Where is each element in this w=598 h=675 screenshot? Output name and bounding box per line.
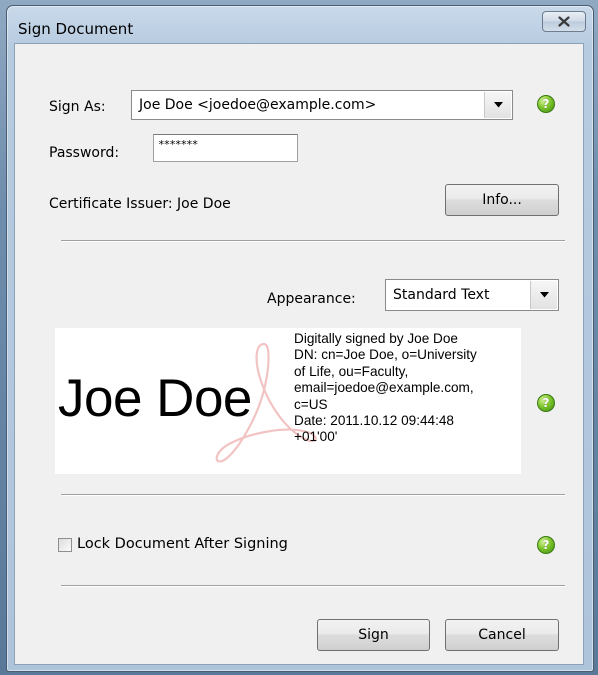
appearance-help-icon[interactable]: ? — [537, 394, 555, 412]
lock-document-label[interactable]: Lock Document After Signing — [77, 536, 288, 552]
sign-button[interactable]: Sign — [317, 619, 430, 651]
signature-line: c=US — [294, 396, 328, 412]
signature-line: Date: 2011.10.12 09:44:48 — [294, 413, 454, 429]
dialog-title: Sign Document — [18, 20, 134, 38]
password-label: Password: — [49, 145, 120, 161]
sign-as-dropdown[interactable]: Joe Doe <joedoe@example.com> — [131, 90, 513, 120]
close-icon — [558, 16, 570, 27]
certificate-issuer-label: Certificate Issuer: Joe Doe — [49, 196, 231, 212]
sign-as-help-icon[interactable]: ? — [537, 95, 555, 113]
signature-details: Digitally signed by Joe Doe DN: cn=Joe D… — [294, 331, 521, 446]
signature-preview: Joe Doe Digitally signed by Joe Doe DN: … — [55, 328, 521, 474]
lock-document-checkbox[interactable] — [58, 538, 72, 552]
sign-as-label: Sign As: — [49, 99, 106, 115]
separator — [61, 585, 565, 587]
close-button[interactable] — [542, 11, 586, 32]
signature-line: +01'00' — [294, 429, 338, 445]
cancel-button-label: Cancel — [478, 627, 526, 643]
info-button-label: Info... — [482, 192, 522, 208]
sign-as-value: Joe Doe <joedoe@example.com> — [139, 97, 377, 113]
signature-line: Digitally signed by Joe Doe — [294, 331, 458, 346]
password-value: ******* — [158, 138, 198, 151]
info-button[interactable]: Info... — [445, 184, 559, 216]
lock-help-icon[interactable]: ? — [537, 536, 555, 554]
signature-line: of Life, ou=Faculty, — [294, 363, 409, 379]
appearance-dropdown[interactable]: Standard Text — [385, 279, 559, 311]
dropdown-arrow-button[interactable] — [484, 92, 511, 118]
chevron-down-icon — [539, 292, 549, 298]
separator — [61, 494, 565, 496]
appearance-label: Appearance: — [267, 291, 356, 307]
cancel-button[interactable]: Cancel — [445, 619, 559, 651]
separator — [61, 240, 565, 242]
sign-button-label: Sign — [358, 627, 389, 643]
chevron-down-icon — [493, 102, 503, 108]
title-bar[interactable]: Sign Document — [7, 6, 593, 46]
dropdown-arrow-button[interactable] — [530, 281, 557, 309]
appearance-value: Standard Text — [393, 287, 490, 303]
signature-name: Joe Doe — [58, 369, 252, 428]
password-field[interactable]: ******* — [153, 134, 298, 162]
signature-line: DN: cn=Joe Doe, o=University — [294, 347, 477, 363]
dialog-body: Sign As: Joe Doe <joedoe@example.com> ? … — [14, 43, 584, 665]
sign-document-dialog: Sign Document Sign As: Joe Doe <joedoe@e… — [6, 5, 594, 672]
signature-line: email=joedoe@example.com, — [294, 380, 474, 396]
